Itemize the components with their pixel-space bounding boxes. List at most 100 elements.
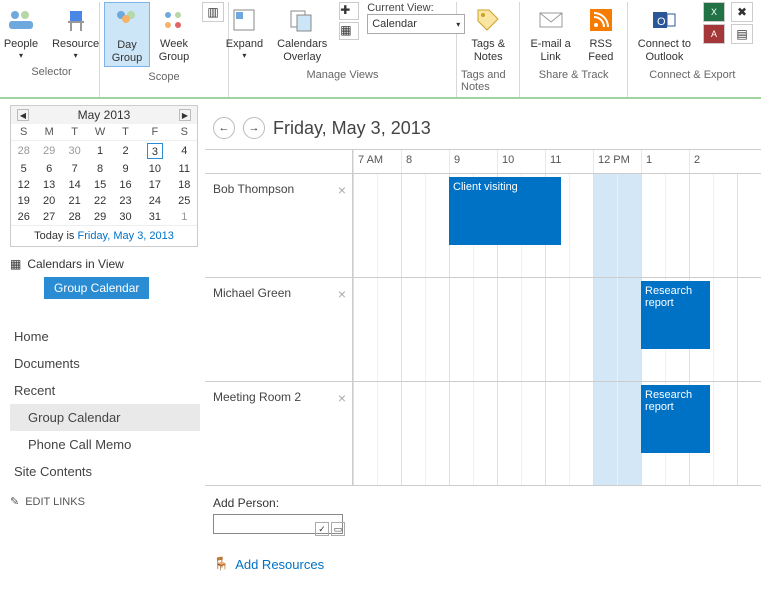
time-slot[interactable] <box>593 174 617 277</box>
mini-day[interactable]: 20 <box>36 193 61 209</box>
time-slot[interactable] <box>353 382 377 485</box>
time-slot[interactable] <box>425 278 449 381</box>
mini-day[interactable]: 29 <box>36 141 61 162</box>
time-slot[interactable] <box>713 278 737 381</box>
ql-sitecontents[interactable]: Site Contents <box>10 458 200 485</box>
mini-day[interactable]: 23 <box>113 193 138 209</box>
cal-next[interactable]: → <box>243 117 265 139</box>
time-slot[interactable] <box>689 174 713 277</box>
mini-next[interactable]: ▶ <box>179 109 191 121</box>
time-slot[interactable] <box>353 174 377 277</box>
ql-recent[interactable]: Recent <box>10 377 200 404</box>
time-slot[interactable] <box>449 278 473 381</box>
mini-day[interactable]: 15 <box>87 177 112 193</box>
time-slot[interactable] <box>569 174 593 277</box>
mini-day[interactable]: 25 <box>172 193 197 209</box>
time-slot[interactable] <box>353 278 377 381</box>
ql-documents[interactable]: Documents <box>10 350 200 377</box>
mini-day[interactable]: 12 <box>11 177 36 193</box>
time-slot[interactable] <box>425 174 449 277</box>
person-browse-icon[interactable]: ▭ <box>331 522 345 536</box>
time-slot[interactable] <box>521 382 545 485</box>
overlay-button[interactable]: Calendars Overlay <box>271 2 333 65</box>
ql-editlinks[interactable]: ✎ EDIT LINKS <box>10 495 200 508</box>
time-slot[interactable] <box>473 278 497 381</box>
resource-button[interactable]: Resource▾ <box>46 2 105 62</box>
mini-day[interactable]: 2 <box>113 141 138 162</box>
mini-day[interactable]: 8 <box>87 161 112 177</box>
mini-day[interactable]: 21 <box>62 193 87 209</box>
rss-button[interactable]: RSS Feed <box>579 2 623 65</box>
day-group-button[interactable]: Day Group <box>104 2 150 67</box>
time-slot[interactable] <box>641 174 665 277</box>
mini-today-link[interactable]: Friday, May 3, 2013 <box>78 230 174 242</box>
mini-day[interactable]: 17 <box>138 177 171 193</box>
mini-day[interactable]: 7 <box>62 161 87 177</box>
week-group-button[interactable]: Week Group <box>152 2 196 65</box>
time-slot[interactable] <box>593 278 617 381</box>
time-slot[interactable] <box>545 382 569 485</box>
time-slot[interactable] <box>449 382 473 485</box>
mini-day[interactable]: 13 <box>36 177 61 193</box>
mini-day[interactable]: 29 <box>87 209 112 225</box>
ql-home[interactable]: Home <box>10 323 200 350</box>
row-close[interactable]: × <box>338 286 346 302</box>
export-access[interactable]: A <box>703 24 725 44</box>
export-other1[interactable]: ✖ <box>731 2 753 22</box>
mini-day[interactable]: 26 <box>11 209 36 225</box>
time-slot[interactable] <box>497 278 521 381</box>
mini-day[interactable]: 11 <box>172 161 197 177</box>
mini-day[interactable]: 10 <box>138 161 171 177</box>
export-other2[interactable]: ▤ <box>731 24 753 44</box>
mini-day[interactable]: 22 <box>87 193 112 209</box>
calendar-event[interactable]: Client visiting <box>449 177 561 245</box>
time-slot[interactable] <box>545 278 569 381</box>
time-slot[interactable] <box>617 382 641 485</box>
connect-outlook-button[interactable]: O Connect to Outlook <box>632 2 697 65</box>
mini-day[interactable]: 18 <box>172 177 197 193</box>
export-excel[interactable]: X <box>703 2 725 22</box>
time-slot[interactable] <box>665 174 689 277</box>
cal-prev[interactable]: ← <box>213 117 235 139</box>
time-slot[interactable] <box>521 278 545 381</box>
mini-day[interactable]: 28 <box>62 209 87 225</box>
time-slot[interactable] <box>617 278 641 381</box>
mini-day[interactable]: 3 <box>138 141 171 162</box>
tags-notes-button[interactable]: Tags & Notes <box>465 2 511 65</box>
civ-item[interactable]: Group Calendar <box>44 277 149 299</box>
view-modify[interactable]: ▦ <box>339 22 359 40</box>
mini-day[interactable]: 31 <box>138 209 171 225</box>
time-slot[interactable] <box>377 278 401 381</box>
mini-day[interactable]: 4 <box>172 141 197 162</box>
row-close[interactable]: × <box>338 182 346 198</box>
time-slot[interactable] <box>737 382 761 485</box>
time-slot[interactable] <box>425 382 449 485</box>
mini-prev[interactable]: ◀ <box>17 109 29 121</box>
time-slot[interactable] <box>377 174 401 277</box>
time-slot[interactable] <box>569 382 593 485</box>
ql-phonecall[interactable]: Phone Call Memo <box>10 431 200 458</box>
row-close[interactable]: × <box>338 390 346 406</box>
current-view-select[interactable]: Calendar ▾ <box>367 14 465 34</box>
time-slot[interactable] <box>377 382 401 485</box>
mini-day[interactable]: 14 <box>62 177 87 193</box>
add-resources[interactable]: 🪑 Add Resources <box>213 556 761 572</box>
mini-day[interactable]: 24 <box>138 193 171 209</box>
time-slot[interactable] <box>737 174 761 277</box>
time-slot[interactable] <box>401 382 425 485</box>
time-slot[interactable] <box>713 382 737 485</box>
person-check-icon[interactable]: ✓ <box>315 522 329 536</box>
mini-day[interactable]: 5 <box>11 161 36 177</box>
mini-day[interactable]: 1 <box>172 209 197 225</box>
time-slot[interactable] <box>401 278 425 381</box>
time-slot[interactable] <box>617 174 641 277</box>
mini-day[interactable]: 9 <box>113 161 138 177</box>
time-slot[interactable] <box>569 278 593 381</box>
time-slot[interactable] <box>401 174 425 277</box>
ql-groupcal[interactable]: Group Calendar <box>10 404 200 431</box>
time-slot[interactable] <box>497 382 521 485</box>
email-link-button[interactable]: E-mail a Link <box>524 2 576 65</box>
calendar-event[interactable]: Research report <box>641 385 710 453</box>
mini-day[interactable]: 1 <box>87 141 112 162</box>
time-slot[interactable] <box>473 382 497 485</box>
